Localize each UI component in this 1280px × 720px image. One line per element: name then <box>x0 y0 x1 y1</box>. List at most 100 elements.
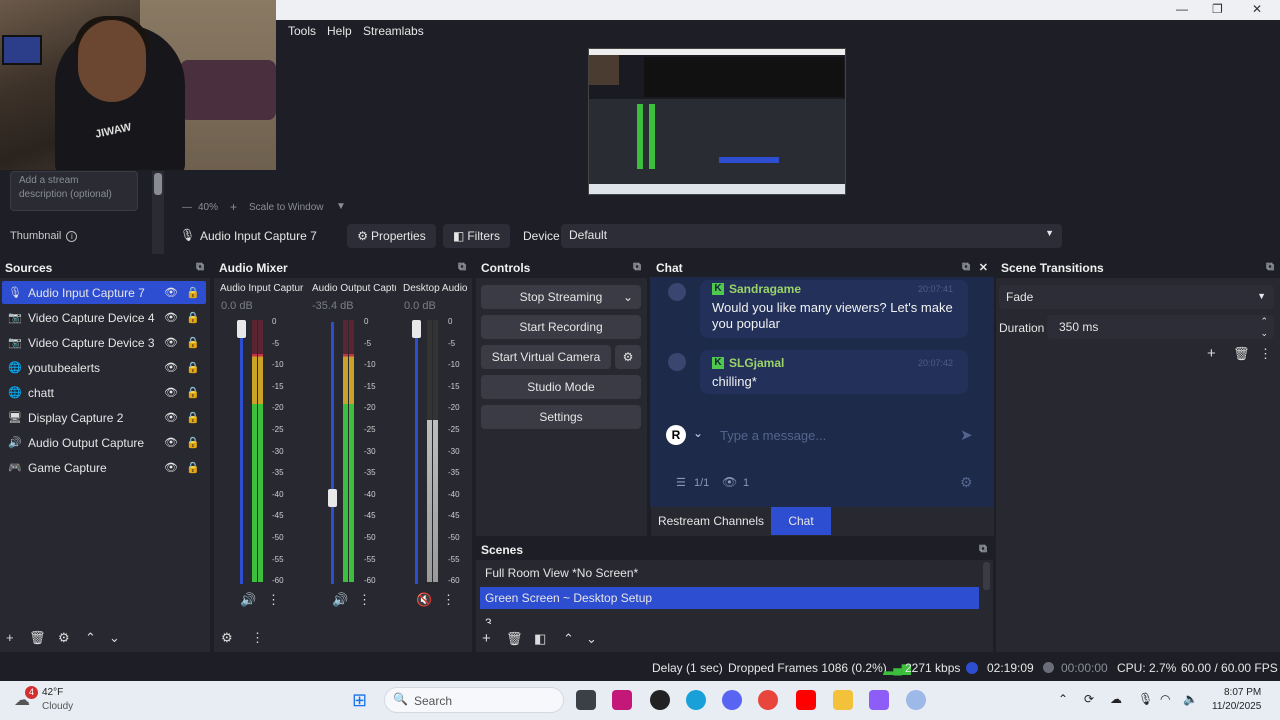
eye-icon[interactable]: 👁 <box>164 461 178 474</box>
eye-icon[interactable]: 👁 <box>164 386 178 399</box>
lock-icon[interactable]: 🔒 <box>186 361 200 374</box>
add-source-icon[interactable]: + <box>6 630 14 645</box>
eye-icon[interactable]: 👁 <box>164 361 178 374</box>
taskbar-date[interactable]: 11/20/2025 <box>1212 701 1261 712</box>
more-icon[interactable]: ⋮ <box>358 592 371 608</box>
chevron-down-icon[interactable]: ⌄ <box>693 426 703 440</box>
filter-icon[interactable]: ◧ <box>534 631 546 647</box>
sync-icon[interactable]: ⟳ <box>1084 692 1094 706</box>
lock-icon[interactable]: 🔒 <box>186 436 200 449</box>
chat-message-input[interactable]: Type a message... <box>720 428 826 443</box>
windows-start-icon[interactable]: ⊞ <box>352 690 367 711</box>
start-recording-button[interactable]: Start Recording <box>481 315 641 339</box>
eye-icon[interactable]: 👁 <box>164 286 178 299</box>
lock-icon[interactable]: 🔒 <box>186 311 200 324</box>
source-item[interactable]: 🌐 chatt 👁 🔒 <box>2 381 206 404</box>
stream-description-input[interactable]: Add a stream description (optional) <box>10 171 138 211</box>
trash-icon[interactable]: 🗑 <box>506 631 523 647</box>
transition-select[interactable]: Fade ▼ <box>999 285 1274 309</box>
arrow-up-icon[interactable]: ⌃ <box>85 630 96 646</box>
chevron-down-icon[interactable]: ▼ <box>336 201 346 212</box>
source-item[interactable]: 🔊 Audio Output Capture 👁 🔒 <box>2 431 206 454</box>
trash-icon[interactable]: 🗑 <box>1233 346 1250 362</box>
scenes-scrollbar[interactable] <box>983 562 990 590</box>
discord-icon[interactable] <box>722 690 742 710</box>
close-button[interactable]: ✕ <box>1252 2 1262 16</box>
zoom-plus-icon[interactable]: + <box>230 200 237 214</box>
volume-track[interactable] <box>415 322 418 584</box>
lock-icon[interactable]: 🔒 <box>186 386 200 399</box>
scale-to-window[interactable]: Scale to Window <box>249 202 323 213</box>
popout-icon[interactable]: ⧉ <box>979 543 987 556</box>
eye-icon[interactable]: 👁 <box>164 336 178 349</box>
eye-icon[interactable]: 👁 <box>164 311 178 324</box>
studio-mode-button[interactable]: Studio Mode <box>481 375 641 399</box>
speaker-icon[interactable]: 🔊 <box>332 592 348 608</box>
source-item[interactable]: 🖥 Display Capture 2 👁 🔒 <box>2 406 206 429</box>
source-item[interactable]: 📷 Video Capture Device 3 👁 🔒 <box>2 331 206 354</box>
scene-item[interactable]: Green Screen ~ Desktop Setup <box>480 587 979 609</box>
gear-icon[interactable]: ⚙ <box>960 474 973 491</box>
add-scene-icon[interactable]: + <box>482 630 491 647</box>
start-virtual-camera-button[interactable]: Start Virtual Camera <box>481 345 611 369</box>
lock-icon[interactable]: 🔒 <box>186 411 200 424</box>
taskbar-time[interactable]: 8:07 PM <box>1224 687 1261 698</box>
stream-preview[interactable] <box>588 48 846 195</box>
popout-icon[interactable]: ⧉ <box>962 261 970 274</box>
source-item[interactable]: 🎮 Game Capture 👁 🔒 <box>2 456 206 479</box>
volume-track[interactable] <box>240 322 243 584</box>
gear-icon[interactable]: ⚙ <box>58 630 70 646</box>
menu-help[interactable]: Help <box>327 24 352 38</box>
volume-slider-knob[interactable] <box>412 320 421 338</box>
more-icon[interactable]: ⋮ <box>251 630 264 646</box>
device-select[interactable]: Default ▼ <box>561 224 1062 248</box>
microphone-icon[interactable]: 🎙 <box>1138 692 1153 706</box>
stop-streaming-button[interactable]: Stop Streaming ⌄ <box>481 285 641 309</box>
duration-input[interactable]: 350 ms ⌃ ⌄ <box>1047 315 1274 339</box>
info-icon[interactable]: i <box>66 231 78 242</box>
more-icon[interactable]: ⋮ <box>1259 346 1272 362</box>
advanced-audio-icon[interactable]: ⚙ <box>221 630 233 646</box>
wifi-icon[interactable]: ◠ <box>1160 692 1170 706</box>
volume-icon[interactable]: 🔈 <box>1183 692 1198 706</box>
popout-icon[interactable]: ⧉ <box>458 261 466 274</box>
add-transition-icon[interactable]: + <box>1207 345 1216 362</box>
source-item[interactable]: 📷 Video Capture Device 4 👁 🔒 <box>2 306 206 329</box>
minimize-button[interactable]: — <box>1176 2 1188 16</box>
lock-icon[interactable]: 🔒 <box>186 286 200 299</box>
cloud-icon[interactable]: ☁ <box>1110 692 1122 706</box>
obs-icon[interactable] <box>650 690 670 710</box>
virtual-camera-settings-button[interactable]: ⚙ <box>615 345 641 369</box>
speaker-icon[interactable]: 🔊 <box>240 592 256 608</box>
left-panel-scrollbar[interactable] <box>152 171 164 254</box>
restream-logo-icon[interactable]: R <box>666 425 686 445</box>
tab-restream-channels[interactable]: Restream Channels <box>651 507 771 535</box>
arrow-down-icon[interactable]: ⌄ <box>586 631 597 647</box>
close-icon[interactable]: ✕ <box>979 261 988 274</box>
app-icon[interactable] <box>906 690 926 710</box>
taskbar-search[interactable]: 🔍 Search <box>384 687 564 713</box>
muted-speaker-icon[interactable]: 🔇 <box>416 592 432 608</box>
scene-item[interactable]: Full Room View *No Screen* <box>480 562 979 584</box>
folder-icon[interactable] <box>833 690 853 710</box>
chevron-up-icon[interactable]: ⌃ <box>1058 692 1068 706</box>
menu-tools[interactable]: Tools <box>288 24 316 38</box>
volume-track[interactable] <box>331 322 334 584</box>
arrow-up-icon[interactable]: ⌃ <box>563 631 574 647</box>
more-icon[interactable]: ⋮ <box>442 592 455 608</box>
trash-icon[interactable]: 🗑 <box>29 630 46 646</box>
tiktok-icon[interactable] <box>612 690 632 710</box>
volume-slider-knob[interactable] <box>237 320 246 338</box>
more-icon[interactable]: ⋮ <box>267 592 280 608</box>
settings-button[interactable]: Settings <box>481 405 641 429</box>
properties-button[interactable]: ⚙ Properties <box>347 224 436 248</box>
lock-icon[interactable]: 🔒 <box>186 336 200 349</box>
zoom-minus-icon[interactable]: — <box>182 202 192 213</box>
file-explorer-icon[interactable] <box>576 690 596 710</box>
spin-buttons[interactable]: ⌃ ⌄ <box>1260 315 1268 339</box>
send-icon[interactable]: ➤ <box>960 426 973 444</box>
youtube-icon[interactable] <box>796 690 816 710</box>
lock-icon[interactable]: 🔒 <box>186 461 200 474</box>
popout-icon[interactable]: ⧉ <box>633 261 641 274</box>
volume-slider-knob[interactable] <box>328 488 337 507</box>
